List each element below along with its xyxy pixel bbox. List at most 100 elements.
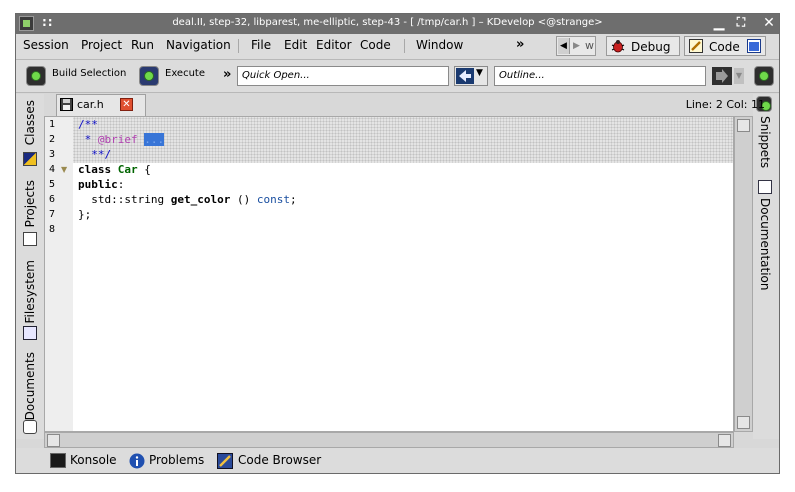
- code-semicolon: ;: [289, 193, 297, 206]
- tool-tab-snippets[interactable]: Snippets: [758, 116, 772, 168]
- classes-icon[interactable]: [23, 152, 37, 166]
- area-next-arrow-icon[interactable]: ▶: [571, 38, 582, 54]
- menu-bar: Session Project Run Navigation File Edit…: [16, 34, 779, 60]
- area-prev-arrow-icon[interactable]: ◀: [558, 38, 570, 54]
- terminal-icon[interactable]: [50, 453, 66, 468]
- tool-tab-projects[interactable]: Projects: [23, 180, 37, 227]
- code-parens: (): [230, 193, 257, 206]
- pencil-icon: [689, 39, 703, 53]
- toolbar-extra-button[interactable]: ▼: [712, 66, 746, 86]
- outline-input[interactable]: Outline...: [494, 66, 706, 86]
- build-gear-icon[interactable]: [26, 66, 46, 86]
- tool-tab-documentation[interactable]: Documentation: [758, 198, 772, 291]
- maximize-button[interactable]: ⛶: [732, 15, 750, 30]
- tool-konsole[interactable]: Konsole: [70, 453, 117, 467]
- documents-icon[interactable]: [23, 420, 37, 434]
- close-button[interactable]: ✕: [760, 15, 778, 31]
- documentation-icon[interactable]: [758, 180, 772, 194]
- debug-area-label: Debug: [631, 40, 671, 54]
- menu-window[interactable]: Window: [416, 38, 463, 52]
- cursor-position-label: Line: 2 Col: 11: [685, 98, 765, 111]
- filesystem-icon[interactable]: [23, 326, 37, 340]
- tool-tab-classes[interactable]: Classes: [23, 100, 37, 145]
- keyword-const: const: [256, 193, 290, 206]
- line-number: 7: [48, 209, 55, 220]
- quick-open-input[interactable]: Quick Open...: [237, 66, 449, 86]
- menu-file[interactable]: File: [251, 38, 271, 52]
- window-menu-grip-icon[interactable]: ::: [42, 15, 54, 29]
- tool-tab-documents[interactable]: Documents: [23, 352, 37, 420]
- keyword-public: public: [78, 178, 118, 191]
- toolbar-gear-icon[interactable]: [754, 66, 774, 86]
- back-arrow-icon: [456, 68, 474, 84]
- file-tab-car-h[interactable]: car.h ✕: [56, 94, 146, 116]
- minimize-button[interactable]: ▁: [710, 15, 728, 31]
- code-line-1: /**: [78, 118, 98, 131]
- close-tab-icon[interactable]: ✕: [120, 98, 133, 111]
- function-get-color: get_color: [170, 193, 231, 206]
- code-area-label: Code: [709, 40, 740, 54]
- right-tool-bar: Snippets Documentation: [753, 94, 779, 439]
- bottom-tool-bar: Konsole Problems Code Browser: [16, 448, 779, 473]
- code-line-5: public:: [78, 178, 728, 191]
- area-partial-label: w: [585, 39, 594, 52]
- menu-project[interactable]: Project: [81, 38, 122, 52]
- code-line-2: * @brief ...: [78, 133, 728, 146]
- file-tab-label: car.h: [77, 98, 104, 111]
- code-line-6: std::string get_color () const;: [78, 193, 728, 206]
- execute-gear-icon[interactable]: [139, 66, 159, 86]
- scroll-left-button[interactable]: [47, 434, 60, 447]
- comment-star: *: [78, 133, 98, 146]
- info-icon[interactable]: [129, 453, 145, 469]
- area-switcher-partial[interactable]: ◀ ▶ w: [556, 36, 596, 56]
- title-bar: :: deal.II, step-32, libparest, me-ellip…: [16, 14, 779, 34]
- projects-icon[interactable]: [23, 232, 37, 246]
- doc-tag-brief: @brief: [97, 133, 138, 146]
- line-number: 8: [48, 224, 55, 235]
- forward-arrow-icon: [712, 67, 732, 85]
- menu-run[interactable]: Run: [131, 38, 154, 52]
- menu-overflow-button[interactable]: »: [516, 37, 524, 52]
- code-line-4: class Car {: [78, 163, 728, 176]
- scroll-up-button[interactable]: [737, 119, 750, 132]
- menu-code[interactable]: Code: [360, 38, 391, 52]
- menu-navigation[interactable]: Navigation: [166, 38, 231, 52]
- tool-tab-filesystem[interactable]: Filesystem: [23, 260, 37, 323]
- debug-area-button[interactable]: Debug: [606, 36, 680, 56]
- window-layout-icon: [747, 39, 761, 53]
- navigate-back-button[interactable]: ▼: [454, 66, 488, 86]
- code-line-7: };: [78, 208, 92, 221]
- back-dropdown-arrow-icon[interactable]: ▼: [476, 68, 483, 78]
- menu-edit[interactable]: Edit: [284, 38, 307, 52]
- menu-editor[interactable]: Editor: [316, 38, 352, 52]
- code-brace: {: [137, 163, 151, 176]
- line-number: 4: [48, 164, 55, 175]
- code-editor[interactable]: 1 2 3 4 5 6 7 8 ▼ /** * @brief ... **/ c…: [44, 116, 734, 432]
- scroll-right-button[interactable]: [718, 434, 731, 447]
- type-car: Car: [117, 163, 138, 176]
- menu-separator: [238, 39, 239, 53]
- tool-problems[interactable]: Problems: [149, 453, 204, 467]
- build-selection-button[interactable]: Build Selection: [52, 68, 126, 79]
- code-area-button[interactable]: Code: [684, 36, 766, 56]
- vertical-scrollbar[interactable]: [734, 116, 753, 432]
- kdevelop-window: :: deal.II, step-32, libparest, me-ellip…: [15, 13, 780, 474]
- line-number: 1: [48, 119, 55, 130]
- fold-marker-icon[interactable]: ▼: [61, 165, 67, 174]
- toolbar-overflow-button[interactable]: »: [223, 67, 231, 82]
- code-browser-icon[interactable]: [217, 453, 233, 469]
- code-line-3: **/: [78, 148, 112, 161]
- main-toolbar: Build Selection Execute » Quick Open... …: [16, 60, 779, 93]
- execute-button[interactable]: Execute: [165, 68, 205, 79]
- line-number: 3: [48, 149, 55, 160]
- tool-code-browser[interactable]: Code Browser: [238, 453, 321, 467]
- line-number: 2: [48, 134, 55, 145]
- keyword-class: class: [78, 163, 118, 176]
- horizontal-scrollbar[interactable]: [44, 432, 734, 448]
- menu-separator: [404, 39, 405, 53]
- app-icon[interactable]: [19, 16, 34, 31]
- forward-dropdown-arrow-icon[interactable]: ▼: [734, 68, 744, 84]
- type-std-string: std::string: [78, 193, 171, 206]
- scroll-down-button[interactable]: [737, 416, 750, 429]
- menu-session[interactable]: Session: [23, 38, 69, 52]
